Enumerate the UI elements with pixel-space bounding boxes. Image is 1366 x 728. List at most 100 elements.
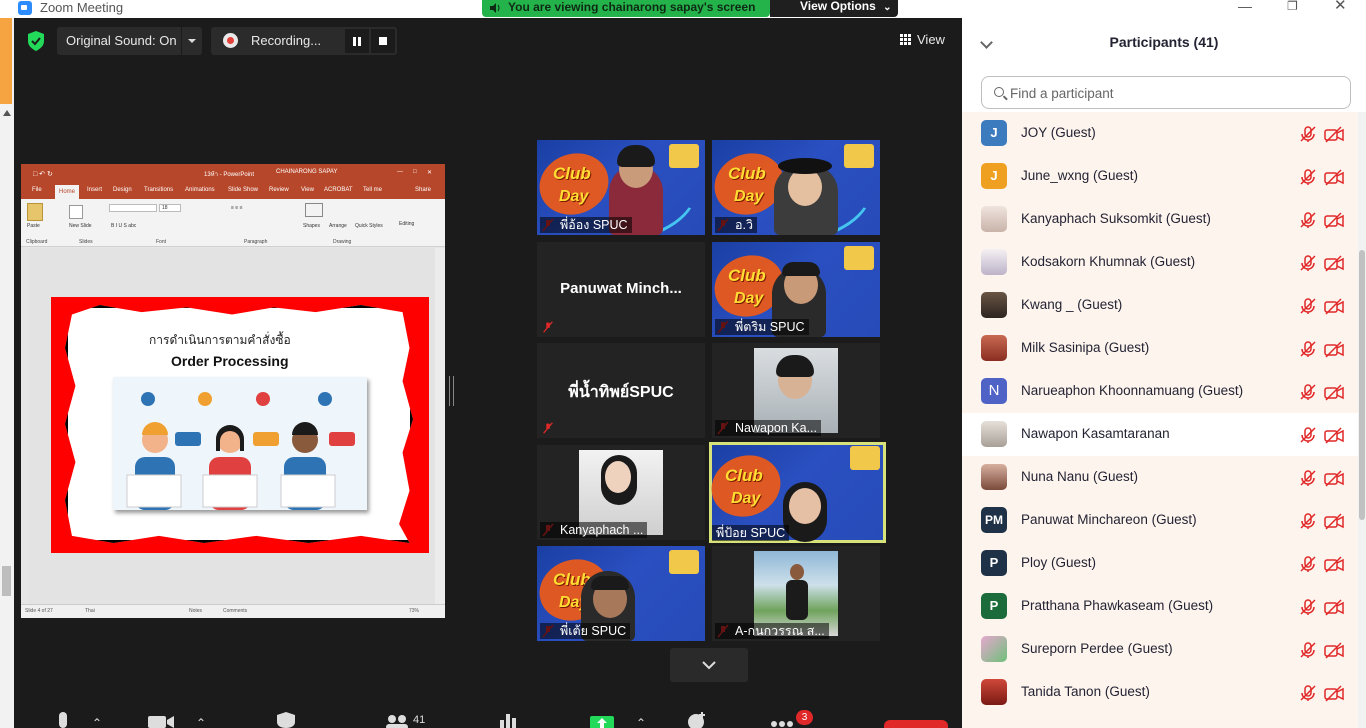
participant-row[interactable]: Sureporn Perdee (Guest) <box>962 628 1358 671</box>
end-meeting-button[interactable] <box>884 720 948 728</box>
close-icon[interactable]: ✕ <box>1334 0 1347 14</box>
search-input[interactable] <box>1010 84 1330 102</box>
participant-row[interactable]: Nawapon Kasamtaranan <box>962 413 1358 456</box>
polls-icon[interactable] <box>498 714 518 728</box>
video-off-icon[interactable] <box>1324 297 1344 315</box>
muted-mic-icon[interactable] <box>1299 469 1317 487</box>
chevron-up-icon[interactable]: ⌃ <box>196 716 206 728</box>
more-icon[interactable] <box>770 720 794 728</box>
muted-mic-icon[interactable] <box>1299 297 1317 315</box>
video-off-icon[interactable] <box>1324 125 1344 143</box>
participant-row[interactable]: Tanida Tanon (Guest) <box>962 671 1358 714</box>
participant-name: พี่ตริม SPUC <box>715 319 809 335</box>
participant-row[interactable]: J JOY (Guest) <box>962 112 1358 155</box>
customer-service-illustration <box>113 377 367 510</box>
video-off-icon[interactable] <box>1324 512 1344 530</box>
video-tile-active-speaker[interactable]: Club Day พี่ป้อย SPUC <box>709 442 886 543</box>
video-off-icon[interactable] <box>1324 641 1344 659</box>
participant-list: J JOY (Guest) J June_wxng (Guest) Kanyap… <box>962 112 1358 728</box>
chevron-up-icon[interactable]: ⌃ <box>92 716 102 728</box>
participant-name: Nawapon Kasamtaranan <box>1021 426 1170 441</box>
video-tile[interactable]: Panuwat Minch... <box>537 242 705 337</box>
participant-search[interactable] <box>981 76 1351 109</box>
share-screen-icon[interactable] <box>590 714 614 728</box>
muted-mic-icon[interactable] <box>1299 598 1317 616</box>
video-tile[interactable]: Club Day อ.วิ <box>712 140 880 235</box>
video-off-icon[interactable] <box>1324 254 1344 272</box>
video-tile[interactable]: Club Day พี่ตริม SPUC <box>712 242 880 337</box>
minimize-icon[interactable]: — <box>1238 0 1252 14</box>
video-tile[interactable]: Kanyaphach ... <box>537 445 705 540</box>
video-tile[interactable]: Club Day พี่อ้อง SPUC <box>537 140 705 235</box>
splitter-handle[interactable] <box>449 376 454 406</box>
left-edge-strip <box>0 18 14 728</box>
muted-mic-icon[interactable] <box>1299 254 1317 272</box>
muted-mic-icon[interactable] <box>1299 125 1317 143</box>
security-shield-icon[interactable] <box>26 30 46 52</box>
zoom-logo-icon <box>18 1 32 15</box>
muted-mic-icon[interactable] <box>1299 555 1317 573</box>
video-off-icon[interactable] <box>1324 211 1344 229</box>
video-off-icon[interactable] <box>1324 555 1344 573</box>
security-icon[interactable] <box>276 712 296 728</box>
view-button[interactable]: View <box>900 32 945 47</box>
muted-mic-icon[interactable] <box>1299 426 1317 444</box>
chevron-down-icon[interactable] <box>188 39 196 43</box>
ppt-scrollbar[interactable] <box>435 248 445 604</box>
viewing-text: You are viewing chainarong sapay's scree… <box>508 0 756 14</box>
participant-row[interactable]: P Ploy (Guest) <box>962 542 1358 585</box>
video-off-icon[interactable] <box>1324 168 1344 186</box>
muted-mic-icon[interactable] <box>1299 168 1317 186</box>
participant-row[interactable]: PM Panuwat Minchareon (Guest) <box>962 499 1358 542</box>
participant-name: Kanyaphach ... <box>540 522 648 538</box>
scroll-up-icon[interactable] <box>3 110 11 116</box>
muted-mic-icon[interactable] <box>1299 641 1317 659</box>
participant-name: Ploy (Guest) <box>1021 555 1097 570</box>
participant-name: Milk Sasinipa (Guest) <box>1021 340 1150 355</box>
chevron-down-icon <box>702 661 716 670</box>
video-off-icon[interactable] <box>1324 426 1344 444</box>
stop-recording-button[interactable] <box>371 29 395 53</box>
avatar <box>981 292 1007 318</box>
video-off-icon[interactable] <box>1324 340 1344 358</box>
maximize-icon[interactable]: ❐ <box>1287 0 1298 14</box>
video-tile[interactable]: A-กนกวรรณ ส... <box>712 546 880 641</box>
chat-icon[interactable] <box>686 712 708 728</box>
participant-row[interactable]: Kwang _ (Guest) <box>962 284 1358 327</box>
mic-icon[interactable] <box>56 712 70 728</box>
video-off-icon[interactable] <box>1324 684 1344 702</box>
avatar <box>981 335 1007 361</box>
participant-row[interactable]: P Pratthana Phawkaseam (Guest) <box>962 585 1358 628</box>
original-sound-button[interactable]: Original Sound: On <box>57 27 202 55</box>
scrollbar-thumb[interactable] <box>2 566 11 596</box>
muted-mic-icon[interactable] <box>1299 383 1317 401</box>
participant-row[interactable]: Milk Sasinipa (Guest) <box>962 327 1358 370</box>
participant-row[interactable]: J June_wxng (Guest) <box>962 155 1358 198</box>
participants-icon[interactable] <box>386 714 412 728</box>
muted-mic-icon[interactable] <box>1299 340 1317 358</box>
video-tile[interactable]: Nawapon Ka... <box>712 343 880 438</box>
scrollbar-thumb[interactable] <box>1359 250 1365 520</box>
view-options-button[interactable]: View Options ⌄ <box>770 0 898 17</box>
video-tile[interactable]: Club Day พี่เต้ย SPUC <box>537 546 705 641</box>
video-off-icon[interactable] <box>1324 598 1344 616</box>
participant-row[interactable]: Kodsakorn Khumnak (Guest) <box>962 241 1358 284</box>
participant-row[interactable]: Nuna Nanu (Guest) <box>962 456 1358 499</box>
participant-name: Nawapon Ka... <box>715 420 821 436</box>
participant-row[interactable]: N Narueaphon Khoonnamuang (Guest) <box>962 370 1358 413</box>
video-off-icon[interactable] <box>1324 383 1344 401</box>
muted-mic-icon[interactable] <box>1299 684 1317 702</box>
participant-name: A-กนกวรรณ ส... <box>715 623 829 639</box>
pause-recording-button[interactable] <box>345 29 369 53</box>
participant-name: Nuna Nanu (Guest) <box>1021 469 1139 484</box>
chevron-up-icon[interactable]: ⌃ <box>636 716 646 728</box>
participant-row[interactable]: Kanyaphach Suksomkit (Guest) <box>962 198 1358 241</box>
gallery-next-button[interactable] <box>670 648 748 682</box>
video-camera-icon[interactable] <box>148 714 174 728</box>
muted-mic-icon[interactable] <box>1299 512 1317 530</box>
video-tile[interactable]: พี่น้ำทิพย์SPUC <box>537 343 705 438</box>
video-off-icon[interactable] <box>1324 469 1344 487</box>
muted-mic-icon <box>543 422 553 434</box>
participant-list-scrollbar[interactable] <box>1358 112 1366 728</box>
muted-mic-icon[interactable] <box>1299 211 1317 229</box>
